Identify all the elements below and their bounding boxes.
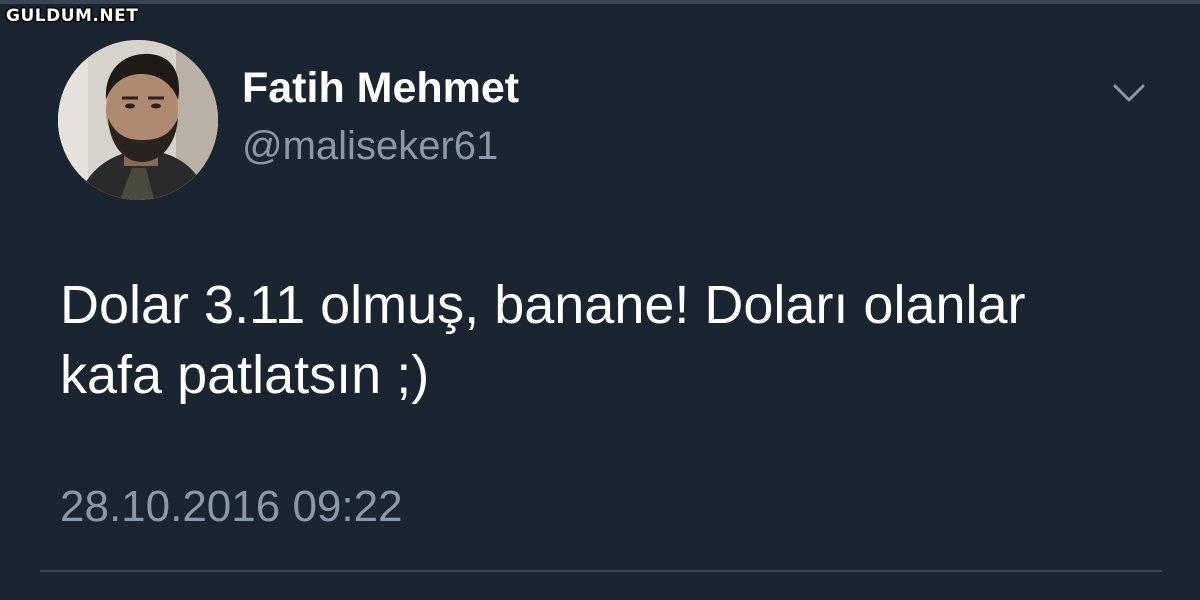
divider	[40, 570, 1162, 572]
tweet-text: Dolar 3.11 olmuş, banane! Doları olanlar…	[60, 275, 1026, 405]
chevron-down-icon[interactable]	[1110, 78, 1148, 108]
author-handle[interactable]: @maliseker61	[242, 124, 498, 169]
tweet-timestamp: 28.10.2016 09:22	[60, 482, 403, 531]
avatar[interactable]	[58, 40, 218, 200]
author-display-name[interactable]: Fatih Mehmet	[242, 64, 519, 113]
avatar-photo	[58, 40, 218, 200]
watermark-logo: GULDUM.NET	[6, 6, 139, 26]
tweet-card: Fatih Mehmet @maliseker61 Dolar 3.11 olm…	[0, 0, 1200, 600]
